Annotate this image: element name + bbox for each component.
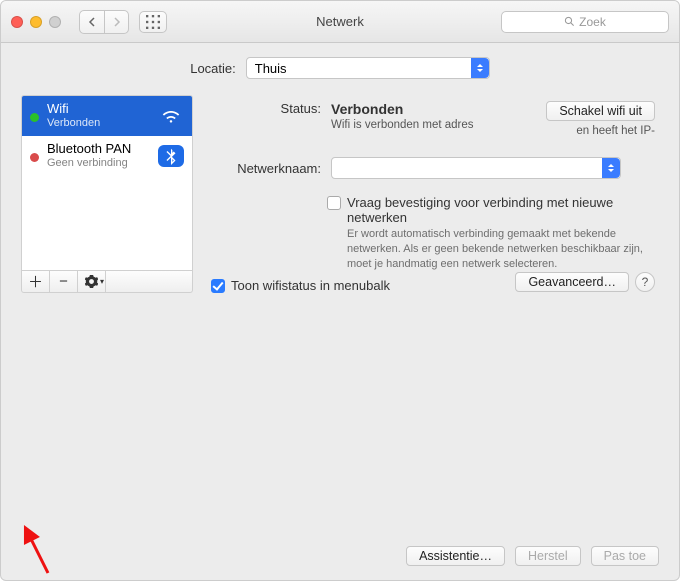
sidebar-column: Wifi Verbonden Bluetooth PAN Geen verbin… bbox=[21, 95, 193, 293]
traffic-lights bbox=[11, 16, 61, 28]
service-actions-button[interactable]: ▾ bbox=[78, 271, 106, 292]
service-name: Bluetooth PAN bbox=[47, 142, 131, 157]
service-item-wifi[interactable]: Wifi Verbonden bbox=[22, 96, 192, 136]
netname-row: Netwerknaam: bbox=[211, 157, 655, 179]
search-field[interactable]: Zoek bbox=[501, 11, 669, 33]
back-button[interactable] bbox=[80, 11, 104, 33]
status-subtext-2: en heeft het IP- bbox=[576, 125, 655, 137]
service-name: Wifi bbox=[47, 102, 100, 117]
footer-buttons: Assistentie… Herstel Pas toe bbox=[406, 546, 659, 566]
status-dot-icon bbox=[30, 153, 39, 162]
chevron-updown-icon bbox=[602, 158, 620, 178]
status-subtext-1: Wifi is verbonden met adres bbox=[331, 119, 501, 131]
service-text: Bluetooth PAN Geen verbinding bbox=[47, 142, 131, 170]
advanced-button[interactable]: Geavanceerd… bbox=[515, 272, 629, 292]
titlebar: Netwerk Zoek bbox=[1, 1, 679, 43]
bluetooth-icon bbox=[158, 145, 184, 167]
network-name-select[interactable] bbox=[331, 157, 621, 179]
ask-join-description: Er wordt automatisch verbinding gemaakt … bbox=[347, 227, 655, 272]
service-list: Wifi Verbonden Bluetooth PAN Geen verbin… bbox=[21, 95, 193, 271]
ask-join-checkbox[interactable] bbox=[327, 196, 341, 210]
detail-bottom-row: Toon wifistatus in menubalk Geavanceerd…… bbox=[211, 272, 655, 293]
service-item-bluetooth[interactable]: Bluetooth PAN Geen verbinding bbox=[22, 136, 192, 176]
revert-button[interactable]: Herstel bbox=[515, 546, 581, 566]
remove-service-button[interactable]: − bbox=[50, 271, 78, 292]
ask-join-label: Vraag bevestiging voor verbinding met ni… bbox=[347, 195, 655, 225]
show-all-button[interactable] bbox=[139, 11, 167, 33]
network-prefs-window: Netwerk Zoek Locatie: Thuis Wifi bbox=[0, 0, 680, 581]
assist-button[interactable]: Assistentie… bbox=[406, 546, 505, 566]
status-dot-icon bbox=[30, 113, 39, 122]
status-row: Status: Verbonden Wifi is verbonden met … bbox=[211, 101, 655, 137]
detail-panel: Status: Verbonden Wifi is verbonden met … bbox=[207, 95, 659, 293]
minimize-button[interactable] bbox=[30, 16, 42, 28]
sidebar-toolbar-spacer bbox=[106, 271, 192, 292]
turn-off-wifi-button[interactable]: Schakel wifi uit bbox=[546, 101, 655, 121]
wifi-icon bbox=[158, 105, 184, 127]
service-status: Geen verbinding bbox=[47, 157, 131, 170]
show-menubar-checkbox[interactable] bbox=[211, 279, 225, 293]
location-value: Thuis bbox=[255, 61, 287, 76]
status-label: Status: bbox=[211, 101, 331, 116]
location-row: Locatie: Thuis bbox=[1, 43, 679, 95]
search-icon bbox=[564, 16, 575, 27]
ask-join-row: Vraag bevestiging voor verbinding met ni… bbox=[327, 195, 655, 225]
add-service-button[interactable]: ＋ bbox=[22, 271, 50, 292]
annotation-arrow-icon bbox=[0, 499, 60, 581]
apply-button[interactable]: Pas toe bbox=[591, 546, 659, 566]
chevron-down-icon: ▾ bbox=[100, 277, 104, 286]
status-value: Verbonden bbox=[331, 101, 546, 117]
forward-button[interactable] bbox=[104, 11, 128, 33]
location-select[interactable]: Thuis bbox=[246, 57, 490, 79]
nav-buttons bbox=[79, 10, 129, 34]
netname-label: Netwerknaam: bbox=[211, 161, 331, 176]
gear-icon bbox=[85, 275, 98, 288]
sidebar-toolbar: ＋ − ▾ bbox=[21, 271, 193, 293]
show-menubar-label: Toon wifistatus in menubalk bbox=[231, 278, 390, 293]
search-placeholder: Zoek bbox=[579, 15, 606, 29]
help-button[interactable]: ? bbox=[635, 272, 655, 292]
location-label: Locatie: bbox=[190, 61, 236, 76]
chevron-updown-icon bbox=[471, 58, 489, 78]
service-status: Verbonden bbox=[47, 117, 100, 130]
zoom-button bbox=[49, 16, 61, 28]
show-menubar-row: Toon wifistatus in menubalk bbox=[211, 278, 390, 293]
status-value-col: Verbonden Wifi is verbonden met adres bbox=[331, 101, 546, 131]
close-button[interactable] bbox=[11, 16, 23, 28]
service-text: Wifi Verbonden bbox=[47, 102, 100, 130]
body: Wifi Verbonden Bluetooth PAN Geen verbin… bbox=[1, 95, 679, 309]
